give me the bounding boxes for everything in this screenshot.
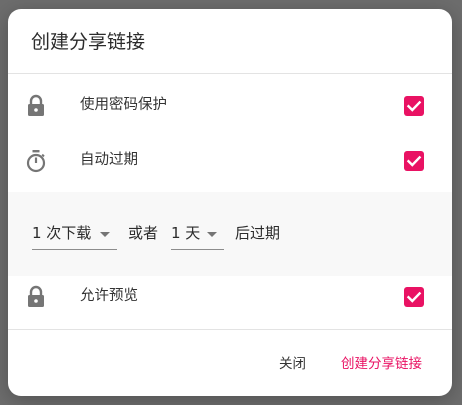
option-auto-expire[interactable]: 自动过期: [8, 133, 452, 189]
option-label: 允许预览: [80, 288, 138, 304]
actions-divider: [8, 329, 452, 330]
downloads-select-value: 1 次下载: [32, 224, 92, 242]
or-label: 或者: [128, 224, 159, 242]
option-password-protection[interactable]: 使用密码保护: [8, 78, 452, 134]
timer-icon: [25, 149, 47, 173]
checkmark-icon: [406, 100, 422, 112]
caret-down-icon: [100, 232, 110, 237]
days-select-value: 1 天: [171, 224, 201, 242]
downloads-select[interactable]: 1 次下载: [32, 221, 117, 250]
title-divider: [8, 73, 452, 74]
lock-icon: [25, 285, 47, 309]
share-link-dialog: 创建分享链接 使用密码保护 自动过期 1 次下载 或者 1 天 后过期 允许预览…: [8, 9, 452, 396]
password-protection-checkbox[interactable]: [404, 96, 424, 116]
lock-icon: [25, 94, 47, 118]
auto-expire-checkbox[interactable]: [404, 151, 424, 171]
dialog-title: 创建分享链接: [31, 31, 146, 53]
option-allow-preview[interactable]: 允许预览: [8, 269, 452, 325]
option-label: 使用密码保护: [80, 97, 167, 113]
allow-preview-checkbox[interactable]: [404, 287, 424, 307]
option-label: 自动过期: [80, 152, 138, 168]
expiry-settings-panel: 1 次下载 或者 1 天 后过期: [8, 192, 452, 276]
days-select[interactable]: 1 天: [171, 221, 224, 250]
close-button[interactable]: 关闭: [279, 354, 306, 374]
checkmark-icon: [406, 155, 422, 167]
create-share-link-button[interactable]: 创建分享链接: [341, 354, 422, 374]
checkmark-icon: [406, 291, 422, 303]
caret-down-icon: [207, 232, 217, 237]
expire-suffix-label: 后过期: [235, 224, 281, 242]
